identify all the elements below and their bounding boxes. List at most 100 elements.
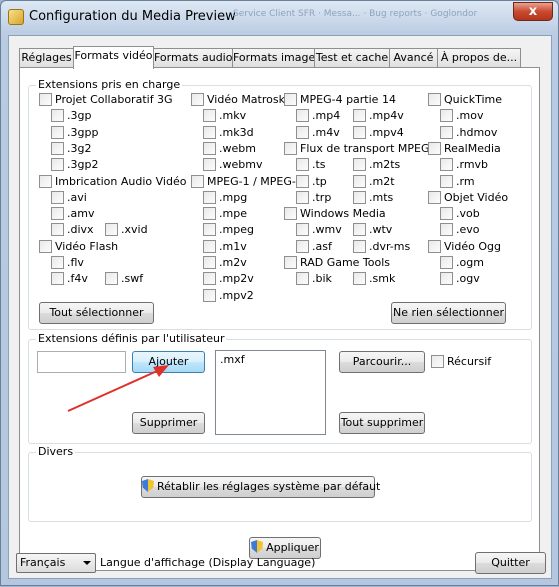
checkbox-label: QuickTime [444,93,503,106]
checkbox-box[interactable] [284,93,297,106]
checkbox-box[interactable] [440,223,453,237]
checkbox-box[interactable] [191,174,204,188]
checkbox-box[interactable] [296,109,309,123]
add-button[interactable]: Ajouter [132,351,205,373]
checkbox-box[interactable] [296,125,309,139]
checkbox-box[interactable] [428,141,441,155]
checkbox-box[interactable] [440,158,453,172]
checkbox-box[interactable] [51,141,64,155]
checkbox-box[interactable] [296,223,309,237]
checkbox-label: .wmv [312,223,342,237]
checkbox-box[interactable] [203,272,216,286]
checkbox-box[interactable] [51,158,64,172]
checkbox-box[interactable] [353,272,366,286]
checkbox-box[interactable] [51,223,64,237]
checkbox-box[interactable] [353,174,366,188]
tab-formats-audio[interactable]: Formats audio [153,48,233,68]
checkbox-label: .flv [67,256,84,269]
checkbox-box[interactable] [353,239,366,253]
language-select[interactable]: Français [16,553,96,573]
tab-reglages[interactable]: Réglages [19,48,74,68]
checkbox-box[interactable] [440,109,453,123]
app-icon [8,9,24,25]
tab-a-propos[interactable]: À propos de... [437,48,521,68]
checkbox-box[interactable] [428,239,441,253]
checkbox-box[interactable] [440,174,453,188]
restore-defaults-button[interactable]: Rétablir les réglages système par défaut [141,476,380,498]
checkbox-box[interactable] [440,256,453,269]
checkbox-box[interactable] [203,141,216,155]
checkbox-box[interactable] [51,190,64,204]
checkbox-box[interactable] [428,190,441,204]
tab-test-cache[interactable]: Test et cache [314,48,390,68]
checkbox-box[interactable] [203,207,216,221]
checkbox-box[interactable] [105,223,118,237]
remove-button[interactable]: Supprimer [132,412,205,434]
checkbox-label: .m2v [219,256,247,269]
checkbox-box[interactable] [353,125,366,139]
checkbox-box[interactable] [203,239,216,253]
checkbox-box[interactable] [51,109,64,123]
checkbox-box[interactable] [203,158,216,172]
tab-formats-video[interactable]: Formats vidéo [73,46,154,69]
checkbox-box[interactable] [105,272,118,286]
checkbox-box[interactable] [296,190,309,204]
checkbox-box[interactable] [284,141,297,155]
checkbox-label: .mk3d [219,125,254,139]
checkbox-label: .mp4 [312,109,341,123]
checkbox-box[interactable] [203,190,216,204]
checkbox-box[interactable] [51,256,64,269]
list-item[interactable]: .mxf [220,353,321,366]
checkbox-box[interactable] [296,239,309,253]
checkbox-box[interactable] [296,272,309,286]
select-none-button[interactable]: Ne rien sélectionner [391,302,506,324]
checkbox-box[interactable] [353,223,366,237]
checkbox-box[interactable] [39,239,52,253]
checkbox-box[interactable] [203,223,216,237]
checkbox-label: .webmv [219,158,263,172]
window-title: Configuration du Media Preview [29,9,236,24]
checkbox-box[interactable] [440,207,453,221]
close-button[interactable]: x [513,2,553,21]
checkbox-box[interactable] [51,272,64,286]
checkbox-label: .divx [67,223,94,237]
checkbox-box[interactable] [353,158,366,172]
extension-input[interactable] [37,351,126,373]
checkbox-label: .avi [67,190,87,204]
checkbox-box[interactable] [203,256,216,269]
remove-all-button[interactable]: Tout supprimer [339,412,425,434]
checkbox-box[interactable] [440,272,453,286]
checkbox-box[interactable] [284,256,297,269]
checkbox-label: .wtv [369,223,393,237]
checkbox-box[interactable] [203,288,216,302]
checkbox-box[interactable] [39,174,52,188]
checkbox-box[interactable] [191,93,204,106]
checkbox-box[interactable] [39,93,52,106]
title-bar[interactable]: Configuration du Media Preview Service C… [1,1,558,33]
config-window: Configuration du Media Preview Service C… [0,0,559,586]
checkbox-box[interactable] [353,190,366,204]
checkbox-box[interactable] [353,109,366,123]
checkbox-label: RealMedia [444,141,501,155]
extensions-listbox[interactable]: .mxf [215,350,326,435]
quit-button[interactable]: Quitter [475,552,546,574]
browse-button[interactable]: Parcourir... [339,351,425,373]
checkbox-box[interactable] [296,158,309,172]
checkbox-box[interactable] [51,207,64,221]
checkbox-box[interactable] [203,125,216,139]
tab-formats-image[interactable]: Formats image [232,48,315,68]
checkbox-label: .xvid [121,223,148,237]
checkbox-box[interactable] [440,125,453,139]
checkbox-box[interactable] [296,174,309,188]
checkbox-box[interactable] [428,93,441,106]
tab-avance[interactable]: Avancé [389,48,438,68]
checkbox-box[interactable] [431,355,444,368]
uac-shield-icon [142,479,154,492]
supported-extensions-group: Extensions pris en charge Projet Collabo… [28,78,532,330]
checkbox-box[interactable] [51,125,64,139]
checkbox-box[interactable] [203,109,216,123]
checkbox-label: .asf [312,239,332,253]
select-all-button[interactable]: Tout sélectionner [39,302,154,324]
checkbox-box[interactable] [284,207,297,221]
checkbox-label: .mpg [219,190,248,204]
